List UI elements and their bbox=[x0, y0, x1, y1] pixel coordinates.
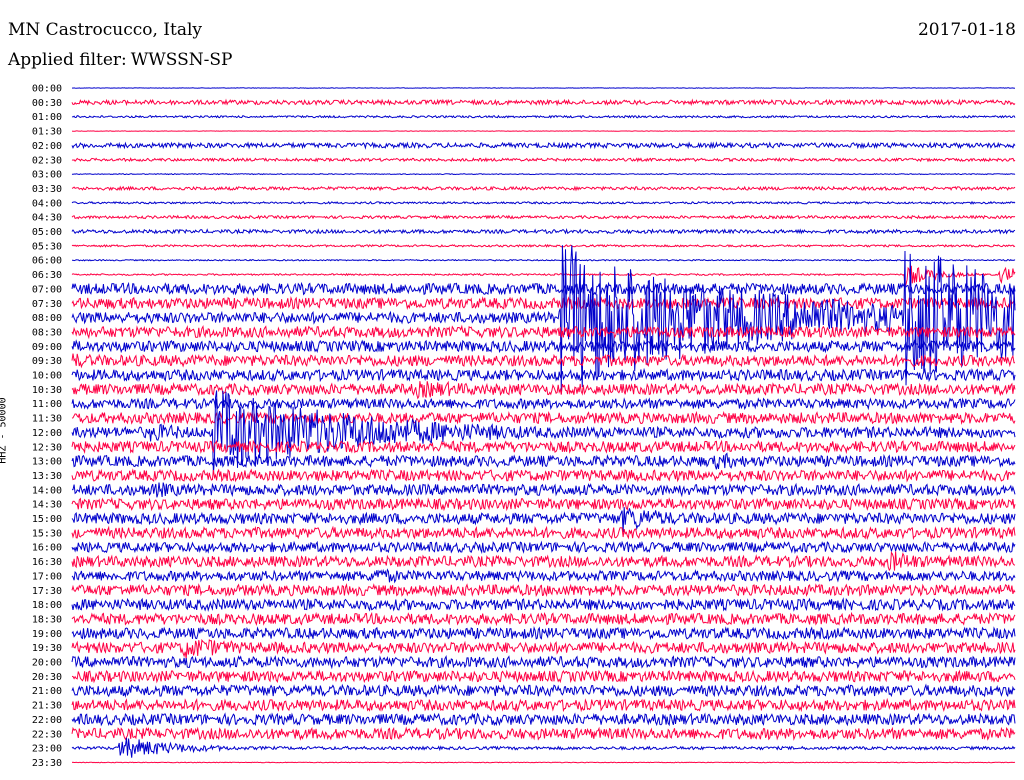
trace-line bbox=[71, 625, 1016, 641]
trace-line bbox=[71, 214, 1016, 220]
time-tick-label: 08:00 bbox=[32, 313, 62, 324]
time-tick-label: 23:00 bbox=[32, 744, 62, 755]
time-tick-label: 19:30 bbox=[32, 643, 62, 654]
time-tick-label: 13:00 bbox=[32, 457, 62, 468]
trace-line bbox=[71, 380, 1016, 400]
trace-line bbox=[71, 468, 1016, 483]
time-tick-label: 17:30 bbox=[32, 586, 62, 597]
time-tick-label: 07:00 bbox=[32, 284, 62, 295]
trace-line bbox=[71, 525, 1016, 541]
trace-line bbox=[71, 697, 1016, 713]
trace-line bbox=[71, 482, 1016, 498]
trace-line bbox=[71, 669, 1016, 684]
time-tick-label: 16:00 bbox=[32, 543, 62, 554]
time-tick-label: 01:30 bbox=[32, 127, 62, 138]
trace-line bbox=[71, 98, 1016, 107]
trace-line bbox=[71, 367, 1016, 383]
trace-line bbox=[72, 258, 1016, 262]
time-tick-label: 22:00 bbox=[32, 715, 62, 726]
time-tick-label: 16:30 bbox=[32, 557, 62, 568]
trace-line bbox=[71, 712, 1016, 727]
trace-line bbox=[71, 141, 1016, 150]
time-tick-label: 00:00 bbox=[32, 84, 62, 95]
trace-line bbox=[71, 496, 1016, 512]
trace-line bbox=[71, 114, 1016, 119]
trace-line bbox=[71, 655, 1016, 670]
trace-line bbox=[71, 638, 1016, 659]
trace-line bbox=[71, 540, 1016, 555]
trace-line bbox=[71, 597, 1016, 612]
trace-line bbox=[71, 227, 1016, 235]
trace-line bbox=[71, 410, 1016, 426]
time-tick-label: 18:30 bbox=[32, 614, 62, 625]
time-tick-labels: 00:00 00:30 01:00 01:30 02:00 02:30 03:00 03:30… bbox=[32, 84, 62, 769]
time-tick-label: 01:00 bbox=[32, 112, 62, 123]
time-tick-label: 09:00 bbox=[32, 342, 62, 353]
trace-line bbox=[71, 281, 1016, 297]
trace-line bbox=[71, 737, 1016, 758]
trace-line bbox=[71, 353, 1015, 369]
time-tick-label: 22:30 bbox=[32, 729, 62, 740]
trace-line bbox=[71, 200, 1016, 205]
time-tick-label: 07:30 bbox=[32, 299, 62, 310]
time-tick-label: 21:00 bbox=[32, 686, 62, 697]
time-tick-label: 12:00 bbox=[32, 428, 62, 439]
time-tick-label: 09:30 bbox=[32, 356, 62, 367]
time-tick-label: 02:00 bbox=[32, 141, 62, 152]
time-tick-label: 04:30 bbox=[32, 213, 62, 224]
time-tick-label: 13:30 bbox=[32, 471, 62, 482]
time-tick-label: 15:30 bbox=[32, 528, 62, 539]
time-tick-label: 20:00 bbox=[32, 658, 62, 669]
time-tick-label: 03:30 bbox=[32, 184, 62, 195]
trace-line bbox=[71, 185, 1016, 192]
trace-line bbox=[71, 683, 1016, 698]
time-tick-label: 11:00 bbox=[32, 399, 62, 410]
time-tick-label: 12:30 bbox=[32, 442, 62, 453]
time-tick-label: 03:00 bbox=[32, 170, 62, 181]
time-tick-label: 04:00 bbox=[32, 198, 62, 209]
trace-line bbox=[71, 265, 1016, 289]
time-tick-label: 06:30 bbox=[32, 270, 62, 281]
trace-line bbox=[71, 551, 1016, 572]
trace-line bbox=[71, 507, 1016, 533]
time-tick-label: 10:00 bbox=[32, 371, 62, 382]
time-tick-label: 02:30 bbox=[32, 155, 62, 166]
time-tick-label: 23:30 bbox=[32, 758, 62, 769]
trace-line bbox=[71, 173, 1016, 176]
trace-line bbox=[71, 397, 1016, 411]
trace-line bbox=[71, 157, 1016, 163]
trace-line bbox=[71, 582, 1016, 598]
time-tick-label: 05:00 bbox=[32, 227, 62, 238]
seismogram-plot: 00:00 00:30 01:00 01:30 02:00 02:30 03:00 03:30… bbox=[32, 84, 1016, 769]
time-tick-label: 18:00 bbox=[32, 600, 62, 611]
trace-line bbox=[71, 568, 1016, 584]
trace-line bbox=[71, 324, 1016, 340]
trace-line bbox=[71, 439, 1016, 455]
time-tick-label: 05:30 bbox=[32, 241, 62, 252]
trace-line bbox=[71, 611, 1016, 627]
time-tick-label: 17:00 bbox=[32, 571, 62, 582]
time-tick-label: 21:30 bbox=[32, 701, 62, 712]
time-tick-label: 08:30 bbox=[32, 327, 62, 338]
trace-line bbox=[71, 243, 1016, 248]
time-tick-label: 06:00 bbox=[32, 256, 62, 267]
time-tick-label: 15:00 bbox=[32, 514, 62, 525]
time-tick-label: 20:30 bbox=[32, 672, 62, 683]
time-tick-label: 14:30 bbox=[32, 500, 62, 511]
time-tick-label: 11:30 bbox=[32, 414, 62, 425]
time-tick-label: 19:00 bbox=[32, 629, 62, 640]
time-tick-label: 14:00 bbox=[32, 485, 62, 496]
time-tick-label: 10:30 bbox=[32, 385, 62, 396]
time-tick-label: 00:30 bbox=[32, 98, 62, 109]
trace-line bbox=[71, 339, 1016, 354]
seismic-traces bbox=[71, 87, 1016, 764]
trace-line bbox=[71, 726, 1016, 741]
trace-line bbox=[71, 761, 1016, 764]
